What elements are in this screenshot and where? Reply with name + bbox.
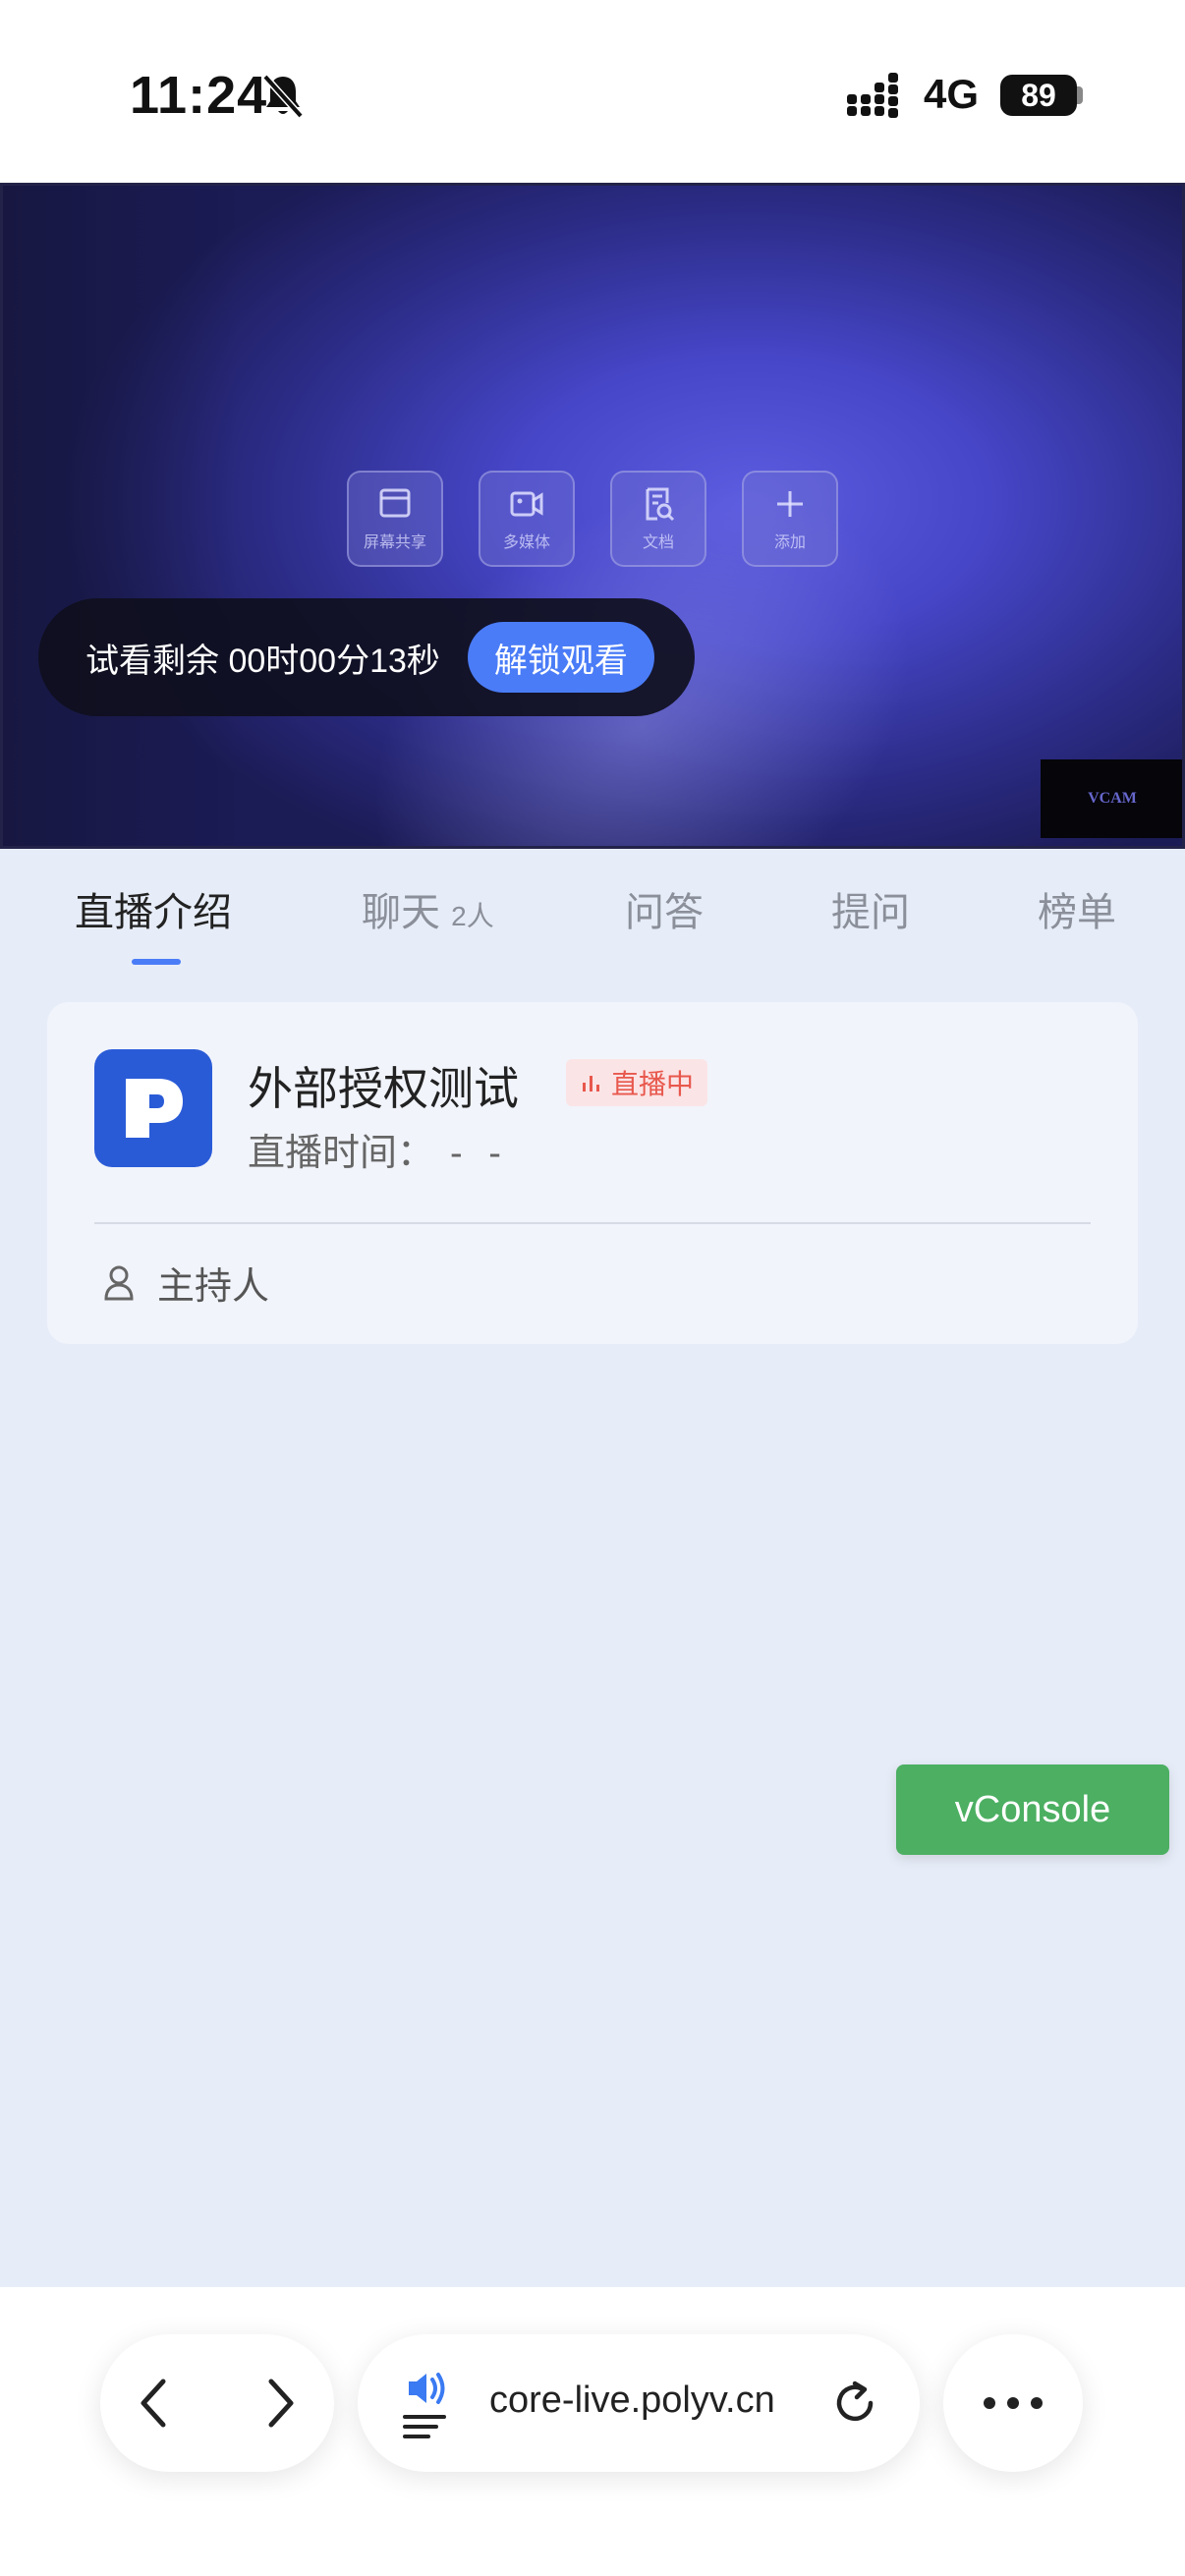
reload-icon[interactable] [827, 2376, 882, 2431]
chat-count: 2人 [451, 901, 494, 931]
tab-label: 聊天 [362, 891, 440, 934]
tab-label: 直播介绍 [75, 891, 232, 934]
tool-document[interactable]: 文档 [610, 471, 706, 567]
plus-icon [777, 491, 803, 517]
more-button[interactable] [943, 2334, 1083, 2472]
forward-arrow-icon[interactable] [250, 2374, 309, 2433]
tab-bar: 直播介绍 聊天 2人 问答 提问 榜单 [0, 849, 1185, 986]
unlock-watch-button[interactable]: 解锁观看 [467, 622, 654, 693]
tab-live-intro[interactable]: 直播介绍 [75, 880, 232, 937]
live-bars-icon [583, 1076, 599, 1092]
signal-icon [847, 73, 898, 118]
battery-cap [1077, 86, 1083, 104]
live-badge-label: 直播中 [611, 1069, 695, 1099]
network-label: 4G [924, 71, 980, 117]
vcam-watermark: VCAM [1041, 759, 1182, 838]
audio-reader-icon[interactable] [401, 2364, 460, 2442]
video-player[interactable]: 屏幕共享 多媒体 文档 添加 试看剩余 00时00分13秒 解锁观看 VCAM [0, 183, 1185, 849]
tool-screen-share[interactable]: 屏幕共享 [347, 471, 443, 567]
polyv-logo-icon [126, 1079, 183, 1138]
battery-indicator: 89 [1000, 75, 1077, 116]
tool-label: 屏幕共享 [363, 534, 426, 551]
url-text: core-live.polyv.cn [489, 2380, 775, 2421]
tab-label: 榜单 [1038, 891, 1116, 934]
multimedia-icon [510, 491, 543, 517]
screen-share-icon [379, 488, 411, 518]
tool-label: 文档 [642, 534, 674, 551]
active-tab-indicator [132, 959, 181, 965]
live-info-card: 外部授权测试 直播中 直播时间： - - 主持人 [47, 1002, 1138, 1344]
live-time-row: 直播时间： - - [248, 1122, 509, 1176]
channel-logo [94, 1049, 212, 1167]
user-icon [104, 1265, 134, 1300]
channel-title: 外部授权测试 [248, 1063, 519, 1114]
browser-toolbar: core-live.polyv.cn [0, 2287, 1185, 2576]
nav-pill [100, 2334, 334, 2472]
status-time: 11:24 [130, 66, 268, 125]
host-row: 主持人 [102, 1256, 269, 1310]
tool-label: 多媒体 [502, 534, 550, 551]
tab-chat[interactable]: 聊天 2人 [362, 880, 494, 937]
host-label: 主持人 [157, 1266, 270, 1308]
tab-ask[interactable]: 提问 [831, 880, 910, 937]
tab-label: 问答 [625, 891, 704, 934]
tool-label: 添加 [773, 534, 806, 551]
trial-countdown-text: 试看剩余 00时00分13秒 [85, 642, 440, 680]
back-arrow-icon[interactable] [126, 2374, 185, 2433]
divider [94, 1222, 1091, 1224]
trial-countdown-bar: 试看剩余 00时00分13秒 解锁观看 [38, 598, 695, 716]
live-time-value: - - [450, 1133, 509, 1174]
tab-label: 提问 [831, 891, 910, 934]
bell-muted-icon [262, 74, 304, 119]
more-dots-icon [984, 2397, 1043, 2409]
tab-leaderboard[interactable]: 榜单 [1038, 880, 1116, 937]
vconsole-button[interactable]: vConsole [896, 1764, 1169, 1855]
tab-qa[interactable]: 问答 [625, 880, 704, 937]
address-bar[interactable]: core-live.polyv.cn [358, 2334, 920, 2472]
tool-add[interactable]: 添加 [742, 471, 838, 567]
document-icon [646, 487, 675, 522]
live-time-label: 直播时间： [248, 1133, 435, 1174]
tool-multimedia[interactable]: 多媒体 [479, 471, 575, 567]
live-status-badge: 直播中 [566, 1059, 708, 1106]
status-bar: 11:24 4G 89 [0, 0, 1185, 183]
